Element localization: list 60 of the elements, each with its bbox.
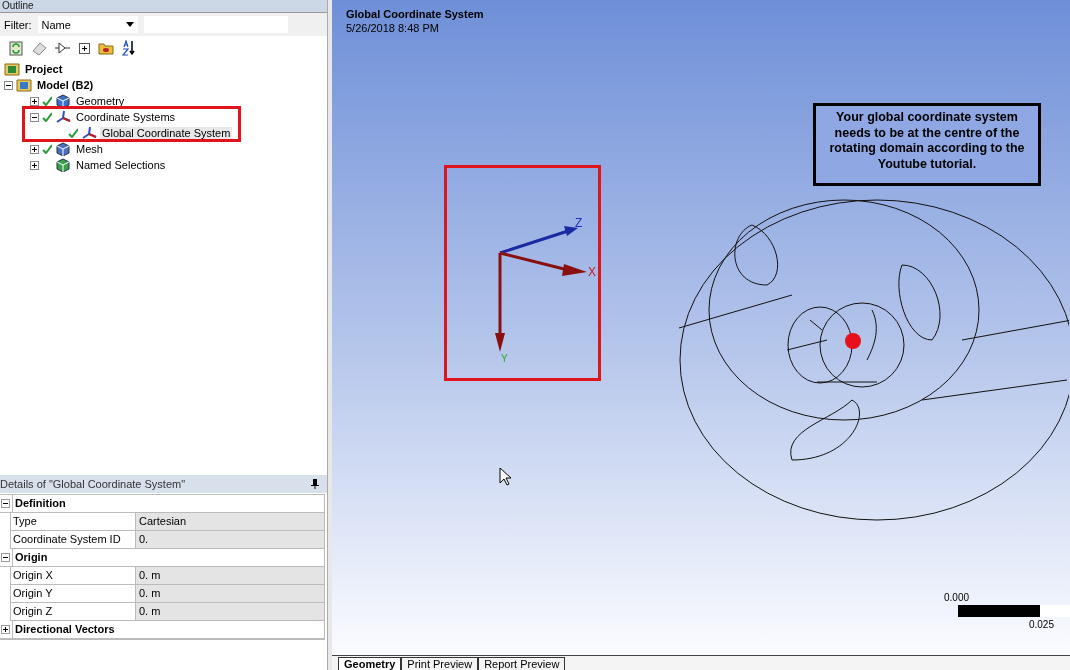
filter-dropdown[interactable]: Name: [37, 16, 138, 33]
scale-label: 0.025: [1027, 619, 1055, 630]
axes-icon: [81, 126, 97, 140]
panel-title: Details of "Global Coordinate System": [0, 478, 186, 490]
tree-item[interactable]: Mesh: [74, 143, 105, 155]
view-tab[interactable]: Geometry: [338, 657, 402, 670]
refresh-icon[interactable]: [9, 40, 23, 56]
property-name: Type: [10, 513, 136, 530]
axis-label: Z: [575, 216, 583, 230]
property-value: 0. m: [136, 585, 324, 602]
tree-toggle[interactable]: [30, 96, 39, 106]
origin-marker: [845, 333, 861, 349]
tree-toggle[interactable]: [30, 160, 39, 170]
property-name: Origin X: [10, 567, 136, 584]
filter-label: Filter:: [4, 18, 32, 31]
property-name: Origin Z: [10, 603, 136, 620]
folder-icon: [4, 62, 20, 76]
cube-icon: [55, 94, 71, 108]
eraser-icon[interactable]: [31, 40, 47, 56]
view-tab[interactable]: Print Preview: [401, 657, 479, 670]
property-name: Coordinate System ID: [10, 531, 136, 548]
tree-item[interactable]: Coordinate Systems: [74, 111, 178, 123]
group-toggle[interactable]: [1, 499, 10, 508]
cube-icon: [55, 158, 71, 172]
tree-toggle[interactable]: [30, 144, 39, 154]
tree-toggle[interactable]: [30, 112, 39, 122]
cursor-icon: [499, 467, 512, 486]
group-toggle[interactable]: [1, 625, 10, 634]
cube-icon: [55, 142, 71, 156]
expand-icon[interactable]: [79, 42, 90, 54]
group-toggle[interactable]: [1, 553, 10, 562]
axis-label: X: [588, 265, 596, 279]
view-date: 5/26/2018 8:48 PM: [346, 22, 440, 34]
view-tab[interactable]: Report Preview: [478, 657, 566, 670]
group-heading: Directional Vectors: [12, 621, 324, 638]
axis-label: Y: [501, 353, 508, 364]
tree-item[interactable]: Geometry: [74, 95, 127, 107]
property-name: Origin Y: [10, 585, 136, 602]
folder-icon: [16, 78, 32, 92]
tree-item[interactable]: Model (B2): [35, 79, 96, 91]
tree-toggle[interactable]: [4, 80, 13, 90]
group-heading: Definition: [12, 495, 324, 512]
annotation-note: Your global coordinate system needs to be at the centre of the rotating domain according to the Youtube tutorial.: [813, 103, 1041, 186]
property-value: 0. m: [136, 603, 324, 620]
folder-icon[interactable]: [98, 41, 114, 55]
tree-item[interactable]: Named Selections: [74, 159, 168, 171]
scale-label: 0.000: [944, 592, 971, 603]
property-value: 0.: [136, 531, 324, 548]
property-value: Cartesian: [136, 513, 324, 530]
view-title: Global Coordinate System: [346, 8, 485, 20]
tree-item[interactable]: Project: [23, 63, 65, 75]
caret-icon: [125, 22, 134, 27]
axes-icon: [55, 110, 71, 124]
group-heading: Origin: [12, 549, 324, 566]
sort-icon[interactable]: [122, 40, 136, 56]
pin-icon[interactable]: [311, 479, 319, 489]
diode-icon[interactable]: [55, 42, 71, 54]
property-value: 0. m: [136, 567, 324, 584]
tree-item[interactable]: Global Coordinate System: [100, 127, 233, 139]
panel-title: Outline: [0, 0, 327, 12]
